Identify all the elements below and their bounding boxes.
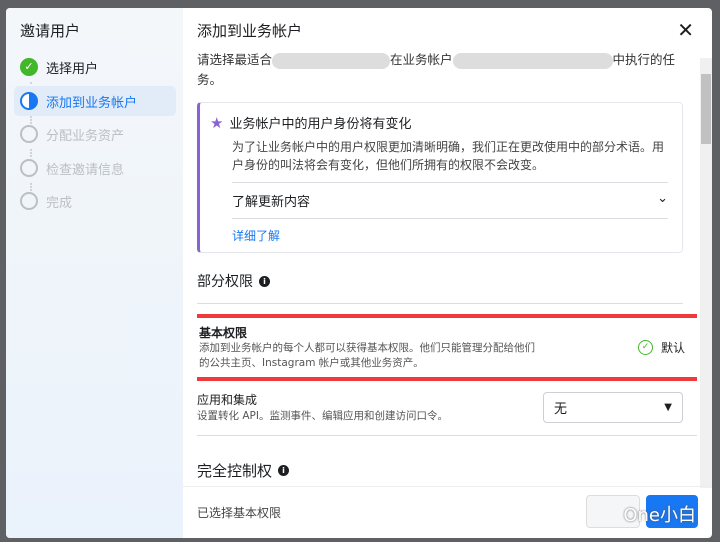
step-select-user[interactable]: ✓ 选择用户 (14, 52, 176, 82)
info-icon[interactable]: i (278, 465, 290, 476)
chevron-down-icon: ⌄ (657, 191, 668, 206)
scroll-content: 请选择最适合 在业务帐户 中执行的任务。 ★ 业务帐户中的用户身份将有变化 为了让业务… (197, 50, 697, 485)
step-add-to-business[interactable]: 添加到业务帐户 (14, 86, 176, 116)
default-label: 默认 (660, 341, 685, 355)
select-value: 无 (554, 401, 568, 417)
step-label: 检查邀请信息 (46, 162, 125, 178)
step-assign-assets: 分配业务资产 (14, 119, 176, 149)
scrollbar[interactable] (700, 58, 712, 488)
basic-permission-row: 基本权限添加到业务帐户的每个人都可以获得基本权限。他们只能管理分配给他们的公共主… (197, 314, 697, 381)
main-panel: 添加到业务帐户 ✕ 请选择最适合 在业务帐户 中执行的任务。 ★ 业务帐户中的用户身份… (183, 8, 712, 538)
blurred-business-name (452, 52, 613, 69)
invite-user-dialog: 邀请用户 ✓ 选择用户 添加到业务帐户 分配业务资产 检查邀请信息 完成 添加到业… (6, 8, 712, 538)
learn-more-link[interactable]: 详细了解 (232, 218, 668, 244)
apps-permission-row: 应用和集成 设置转化 API。监测事件、编辑应用和创建访问口令。 无 ▼ (197, 381, 697, 436)
check-circle-icon: ✓ (637, 340, 653, 355)
dialog-footer: 已选择基本权限 One小白 (183, 486, 712, 538)
permission-desc: 设置转化 API。监测事件、编辑应用和创建访问口令。 (197, 410, 448, 422)
circle-icon (20, 192, 38, 210)
star-icon: ★ (210, 113, 224, 132)
sidebar-title: 邀请用户 (20, 22, 81, 40)
section-title: 部分权限 (197, 274, 253, 290)
intro-part: 在业务帐户 (390, 52, 453, 67)
dialog-title: 添加到业务帐户 (197, 22, 303, 40)
step-review: 检查邀请信息 (14, 153, 176, 183)
circle-icon (20, 159, 38, 177)
notice-body: 为了让业务帐户中的用户权限更加清晰明确，我们正在更改使用中的部分术语。用户身份的… (232, 140, 665, 172)
close-icon[interactable]: ✕ (677, 18, 694, 42)
step-label: 分配业务资产 (46, 128, 125, 144)
caret-down-icon: ▼ (664, 401, 672, 413)
intro-part: 请选择最适合 (197, 52, 273, 67)
step-label: 完成 (46, 195, 73, 211)
step-done: 完成 (14, 186, 176, 216)
intro-text: 请选择最适合 在业务帐户 中执行的任务。 (197, 50, 697, 90)
scrollbar-thumb[interactable] (701, 74, 711, 144)
selection-status: 已选择基本权限 (197, 506, 282, 520)
check-icon: ✓ (20, 58, 38, 76)
watermark: One小白 (623, 505, 696, 526)
permission-title: 应用和集成 (197, 393, 258, 407)
expand-label: 了解更新内容 (232, 195, 311, 210)
expand-updates[interactable]: 了解更新内容 ⌄ (232, 182, 668, 218)
blurred-user-name (272, 52, 391, 69)
section-title: 完全控制权 (197, 462, 273, 480)
step-label: 选择用户 (46, 61, 99, 77)
steps-sidebar: 邀请用户 ✓ 选择用户 添加到业务帐户 分配业务资产 检查邀请信息 完成 (6, 8, 183, 538)
permission-title: 基本权限 (199, 326, 248, 340)
notice-card: ★ 业务帐户中的用户身份将有变化 为了让业务帐户中的用户权限更加清晰明确，我们正在… (197, 102, 683, 253)
info-icon[interactable]: i (259, 275, 270, 287)
step-label: 添加到业务帐户 (46, 95, 138, 111)
permission-desc: 添加到业务帐户的每个人都可以获得基本权限。他们只能管理分配给他们的公共主页、In… (199, 342, 535, 369)
notice-title: 业务帐户中的用户身份将有变化 (229, 117, 412, 132)
half-circle-icon (20, 92, 38, 110)
apps-permission-select[interactable]: 无 ▼ (543, 391, 683, 423)
divider (197, 303, 683, 304)
circle-icon (20, 125, 38, 143)
